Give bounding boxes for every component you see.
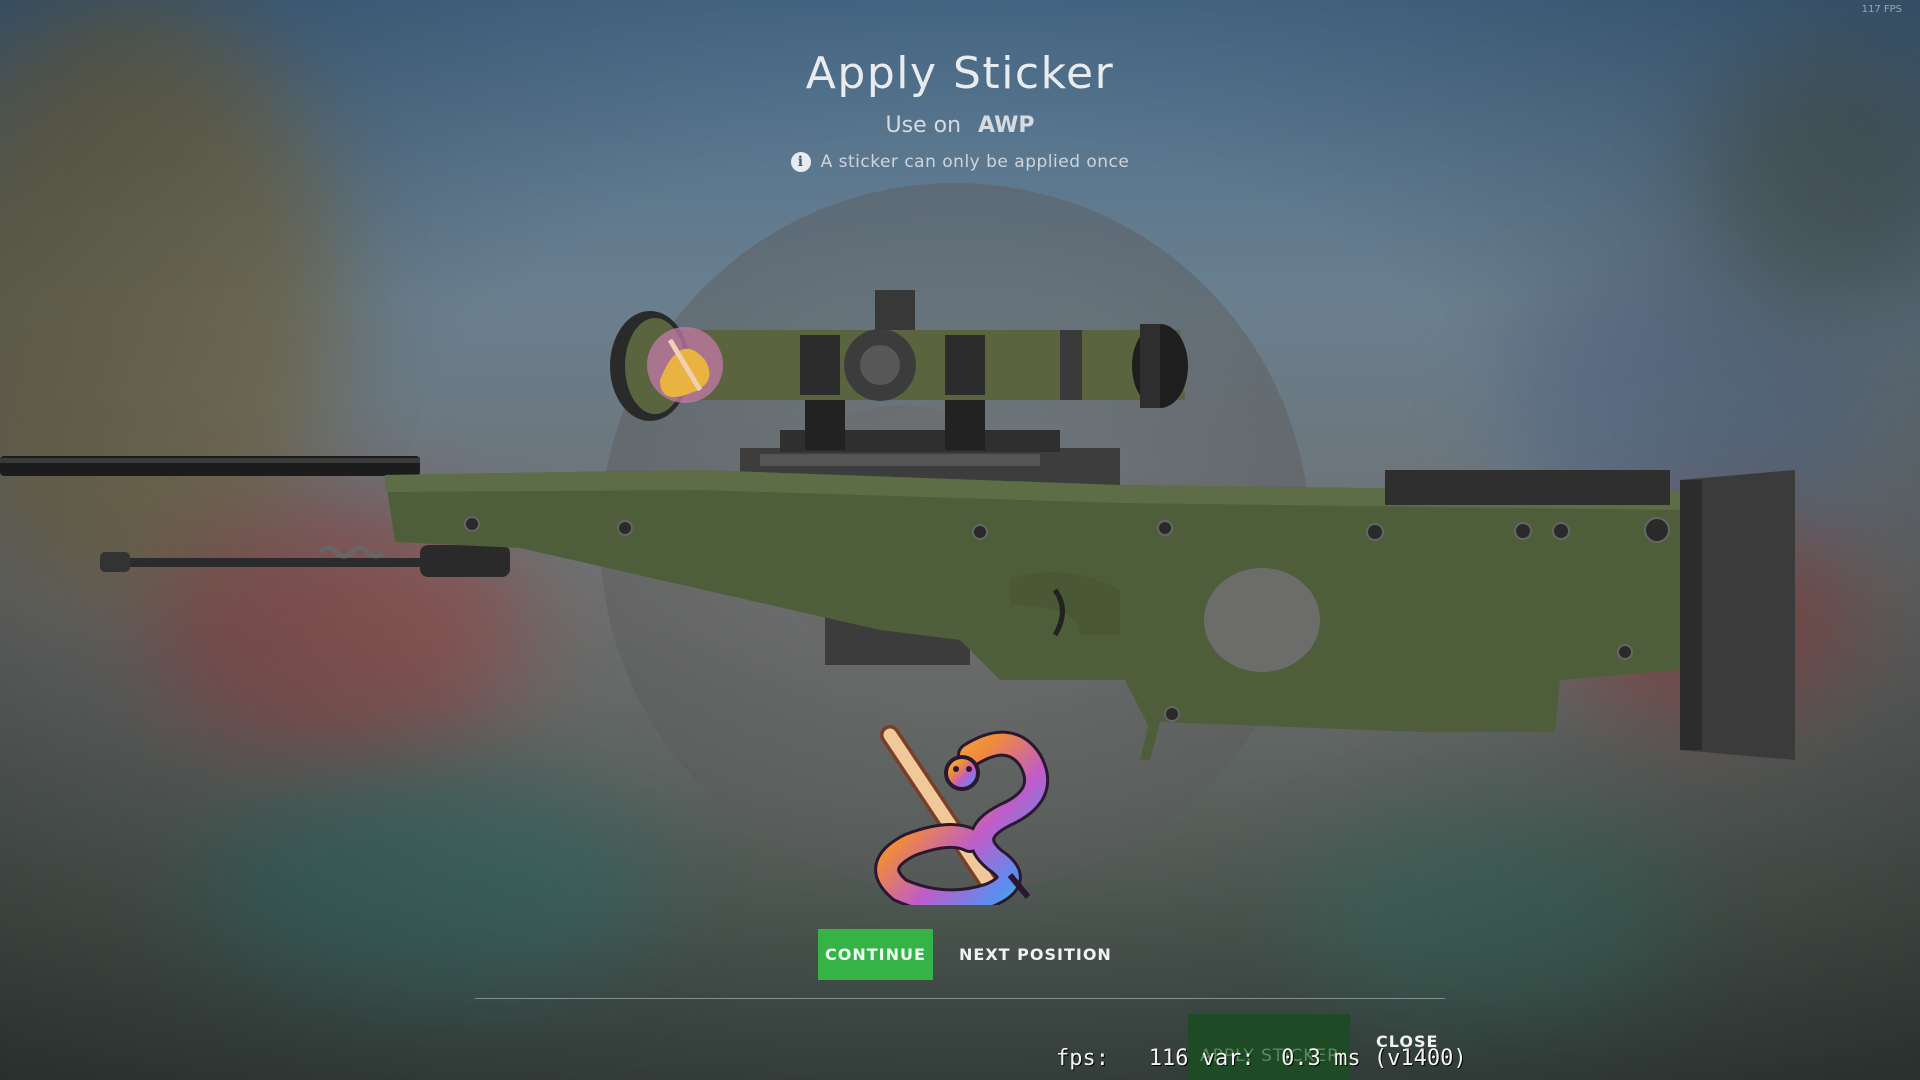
next-position-button[interactable]: NEXT POSITION [951, 945, 1120, 964]
divider [475, 998, 1445, 999]
scope-sticker-preview [647, 327, 723, 403]
awp-rifle-model [0, 290, 1795, 760]
use-on-label: Use on [885, 113, 962, 138]
rifle-thumbhole [1204, 568, 1320, 672]
continue-button[interactable]: CONTINUE [818, 929, 933, 980]
fps-debug-overlay: fps: 116 var: 0.3 ms (v1400) [1056, 1046, 1467, 1071]
fps-counter-corner: 117 FPS [1861, 4, 1902, 15]
use-on-line: Use on AWP [0, 113, 1920, 138]
dialog-header: Apply Sticker Use on AWP i A sticker can… [0, 48, 1920, 172]
sticker-position-controls: CONTINUE NEXT POSITION [818, 929, 1120, 980]
info-icon: i [790, 152, 811, 172]
rifle-stock [385, 470, 1680, 760]
rifle-bipod [100, 545, 510, 577]
sticker-image [874, 725, 1050, 905]
page-title: Apply Sticker [805, 48, 1115, 99]
apply-once-notice: i A sticker can only be applied once [0, 152, 1920, 172]
notice-text: A sticker can only be applied once [820, 152, 1130, 172]
weapon-name: AWP [978, 113, 1035, 138]
